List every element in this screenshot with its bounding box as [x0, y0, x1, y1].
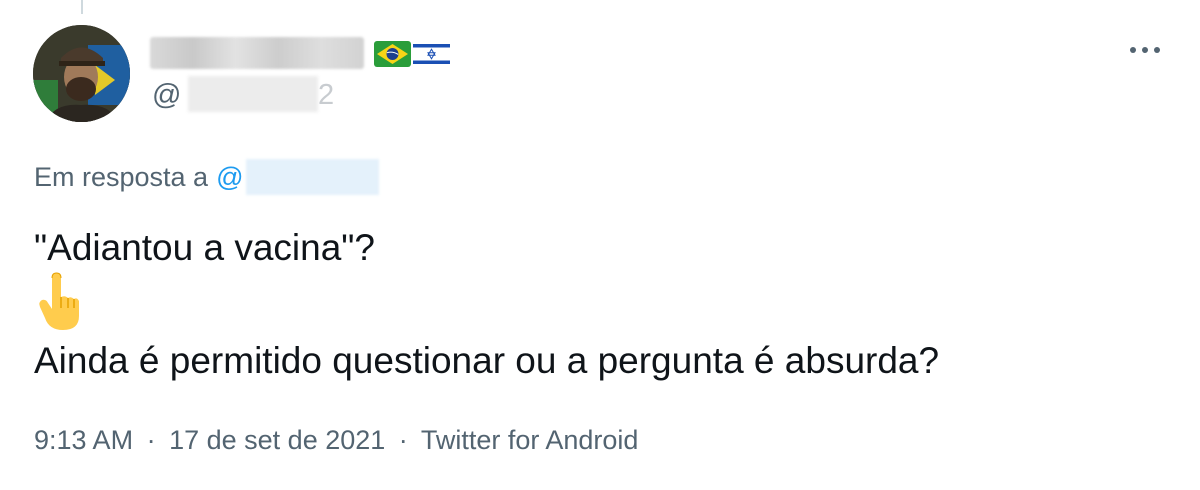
meta-separator: ·: [146, 425, 156, 455]
more-horizontal-icon: [1130, 47, 1160, 53]
reply-mention-redacted[interactable]: [245, 159, 379, 195]
backhand-index-pointing-up-icon: [36, 272, 86, 332]
brazil-flag-icon: [374, 41, 411, 67]
israel-flag-icon: [413, 41, 450, 67]
tweet-source: Twitter for Android: [420, 425, 639, 455]
display-name-redacted[interactable]: [150, 37, 364, 69]
tweet-text-line-1: "Adiantou a vacina"?: [34, 227, 376, 268]
avatar[interactable]: [33, 25, 130, 122]
more-options-button[interactable]: [1128, 36, 1162, 64]
reply-label: Em resposta a: [34, 161, 209, 192]
handle-suffix: 2: [318, 79, 335, 111]
handle-redacted: [188, 76, 318, 112]
tweet-date-link[interactable]: 17 de set de 2021: [169, 425, 385, 455]
reply-context: Em resposta a @: [34, 159, 379, 195]
tweet-text-line-2: Ainda é permitido questionar ou a pergun…: [34, 340, 940, 381]
tweet-metadata: 9:13 AM · 17 de set de 2021 · Twitter fo…: [34, 422, 638, 458]
reply-mention-link[interactable]: @: [216, 162, 243, 193]
tweet-time-link[interactable]: 9:13 AM: [34, 425, 133, 455]
handle-prefix[interactable]: @: [152, 78, 181, 112]
meta-separator: ·: [398, 425, 408, 455]
thread-connector-line: [81, 0, 83, 14]
